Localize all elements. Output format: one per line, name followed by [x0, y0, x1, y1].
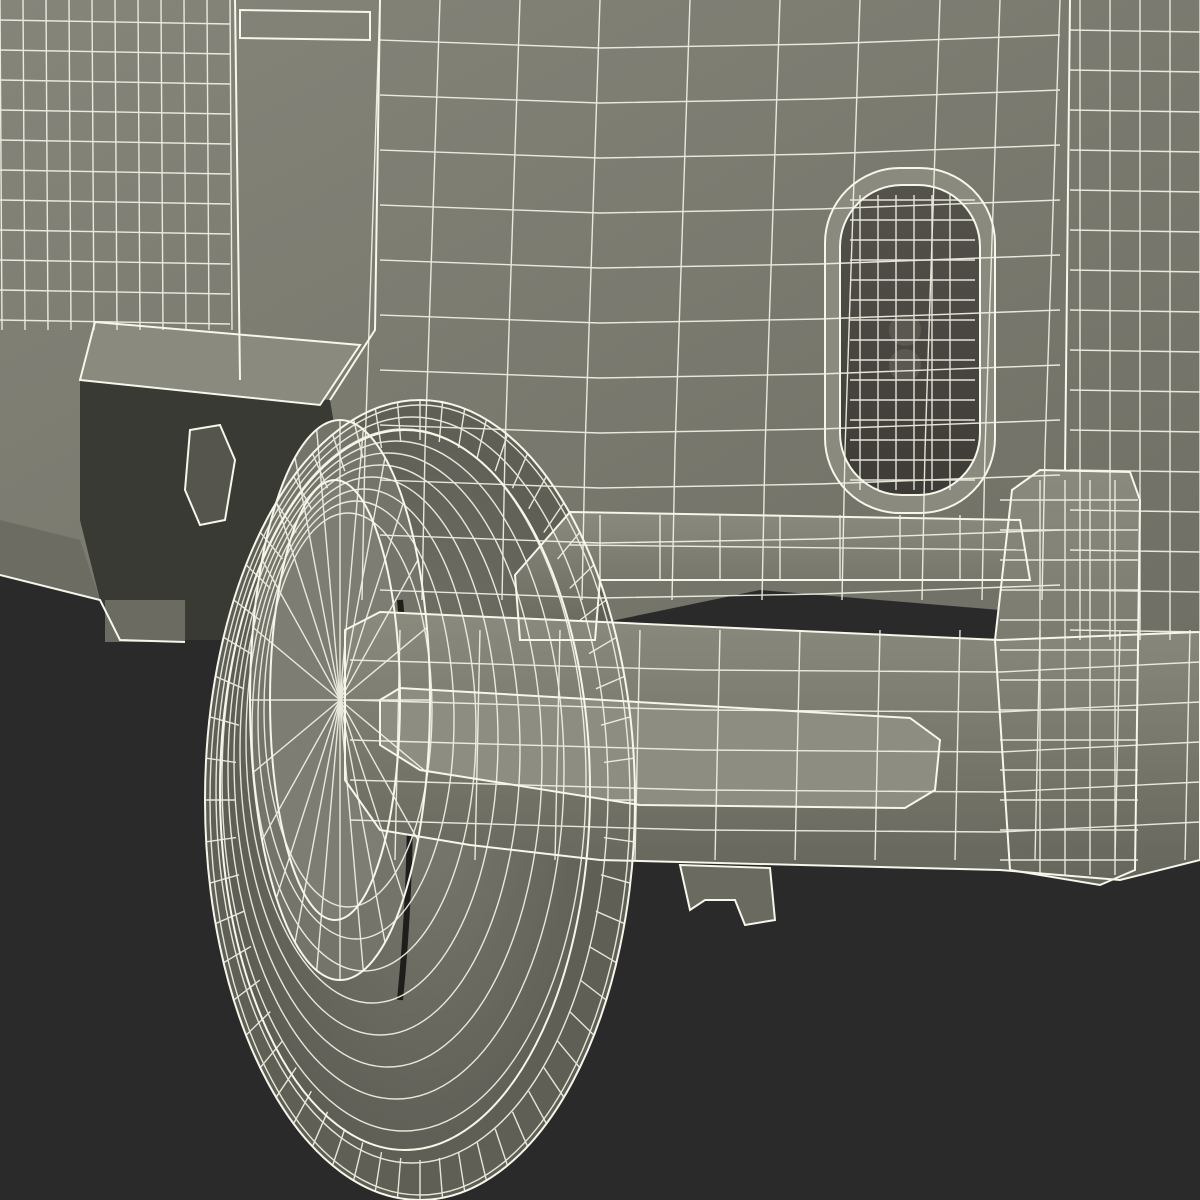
viewport — [0, 0, 1200, 1200]
wireframe-render — [0, 0, 1200, 1200]
